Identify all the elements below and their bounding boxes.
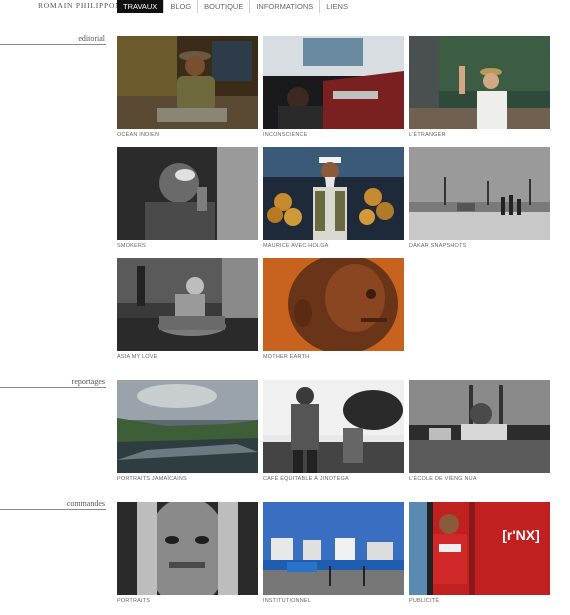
photo-portraits[interactable] (117, 502, 258, 595)
section-divider (0, 509, 106, 510)
section-label-commandes: commandes (66, 499, 105, 508)
gallery-item-smokers[interactable]: SMOKERS (117, 147, 258, 251)
photo-ecole-vieng-nua[interactable] (409, 380, 550, 473)
caption-l-etranger[interactable]: L'ÉTRANGER (409, 132, 446, 138)
gallery-item-l-etranger[interactable]: L'ÉTRANGER (409, 36, 550, 140)
gallery-item-dakar-snapshots[interactable]: DAKAR SNAPSHOTS (409, 147, 550, 251)
gallery-item-portraits[interactable]: PORTRAITS (117, 502, 258, 606)
caption-asia-my-love[interactable]: ASIA MY LOVE (117, 354, 158, 360)
nav-travaux[interactable]: TRAVAUX (117, 0, 165, 13)
section-divider (0, 387, 106, 388)
caption-dakar-snapshots[interactable]: DAKAR SNAPSHOTS (409, 243, 466, 249)
nav-blog[interactable]: BLOG (164, 0, 199, 13)
gallery-item-cafe-equitable[interactable]: CAFÉ ÉQUITABLE À JINOTEGA (263, 380, 404, 484)
gallery-item-ecole-vieng-nua[interactable]: L'ÉCOLE DE VIENG NUA (409, 380, 550, 484)
caption-publicite[interactable]: PUBLICITÉ (409, 598, 439, 604)
gallery-item-ocean-indien[interactable]: OCÉAN INDIEN (117, 36, 258, 140)
photo-ocean-indien[interactable] (117, 36, 258, 129)
caption-ecole-vieng-nua[interactable]: L'ÉCOLE DE VIENG NUA (409, 476, 477, 482)
gallery-item-publicite[interactable]: [r'NX] PUBLICITÉ (409, 502, 550, 606)
section-divider (0, 44, 106, 45)
photo-asia-my-love[interactable] (117, 258, 258, 351)
photo-maurice-avec-holga[interactable] (263, 147, 404, 240)
section-label-editorial: editorial (78, 34, 105, 43)
caption-smokers[interactable]: SMOKERS (117, 243, 146, 249)
gallery-item-portraits-jamaicains[interactable]: PORTRAITS JAMAÏCAINS (117, 380, 258, 484)
photo-smokers[interactable] (117, 147, 258, 240)
photo-portraits-jamaicains[interactable] (117, 380, 258, 473)
caption-inconscience[interactable]: INCONSCIENCE (263, 132, 308, 138)
section-label-reportages: reportages (71, 377, 105, 386)
nav-informations[interactable]: INFORMATIONS (250, 0, 321, 13)
photo-institutionnel[interactable] (263, 502, 404, 595)
main-nav: TRAVAUX BLOG BOUTIQUE INFORMATIONS LIENS (117, 0, 354, 13)
caption-cafe-equitable[interactable]: CAFÉ ÉQUITABLE À JINOTEGA (263, 476, 349, 482)
caption-ocean-indien[interactable]: OCÉAN INDIEN (117, 132, 159, 138)
nav-liens[interactable]: LIENS (320, 0, 354, 13)
photo-inconscience[interactable] (263, 36, 404, 129)
caption-maurice-avec-holga[interactable]: MAURICE AVEC HOLGA (263, 243, 329, 249)
caption-institutionnel[interactable]: INSTITUTIONNEL (263, 598, 311, 604)
publicite-sign: [r'NX] (502, 527, 540, 543)
gallery-item-asia-my-love[interactable]: ASIA MY LOVE (117, 258, 258, 362)
photo-publicite[interactable]: [r'NX] (409, 502, 550, 595)
caption-portraits-jamaicains[interactable]: PORTRAITS JAMAÏCAINS (117, 476, 187, 482)
nav-boutique[interactable]: BOUTIQUE (198, 0, 251, 13)
photo-dakar-snapshots[interactable] (409, 147, 550, 240)
photo-l-etranger[interactable] (409, 36, 550, 129)
site-title[interactable]: ROMAIN PHILIPPON (38, 1, 121, 10)
gallery-item-institutionnel[interactable]: INSTITUTIONNEL (263, 502, 404, 606)
photo-mother-earth[interactable] (263, 258, 404, 351)
gallery-item-maurice-avec-holga[interactable]: MAURICE AVEC HOLGA (263, 147, 404, 251)
top-bar: ROMAIN PHILIPPON TRAVAUX BLOG BOUTIQUE I… (0, 0, 570, 13)
caption-portraits[interactable]: PORTRAITS (117, 598, 150, 604)
gallery-item-mother-earth[interactable]: MOTHER EARTH (263, 258, 404, 362)
caption-mother-earth[interactable]: MOTHER EARTH (263, 354, 309, 360)
gallery-item-inconscience[interactable]: INCONSCIENCE (263, 36, 404, 140)
photo-cafe-equitable[interactable] (263, 380, 404, 473)
